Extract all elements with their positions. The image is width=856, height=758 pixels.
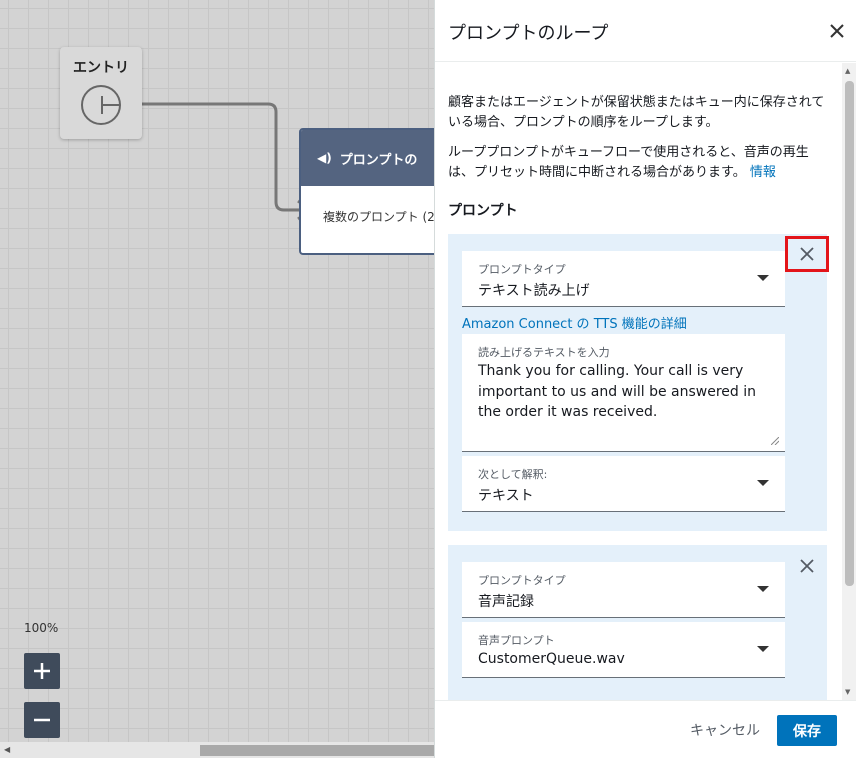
save-button[interactable]: 保存 [777,715,837,746]
entry-node[interactable]: エントリ [60,47,142,139]
node-title: プロンプトの [339,152,418,168]
flow-canvas[interactable]: エントリ ◀) プロンプトの 複数のプロンプト (2 100% ◀ [0,0,434,758]
prompt-type-label: プロンプトタイプ [478,574,566,587]
prompt-card-1: プロンプトタイプ テキスト読み上げ Amazon Connect の TTS 機… [448,234,829,531]
zoom-out-button[interactable] [24,702,60,738]
chevron-down-icon [757,480,769,486]
tts-text-value: Thank you for calling. Your call is very… [478,363,757,420]
prompt-card-2: プロンプトタイプ 音声記録 音声プロンプト CustomerQueue.wav [448,545,827,700]
prompt-type-select[interactable]: プロンプトタイプ テキスト読み上げ [462,251,785,307]
panel-body: 顧客またはエージェントが保留状態またはキュー内に保存されている場合、プロンプトの… [435,63,843,700]
description-loop: 顧客またはエージェントが保留状態またはキュー内に保存されている場合、プロンプトの… [448,95,825,130]
loop-prompt-node[interactable]: ◀) プロンプトの 複数のプロンプト (2 [299,128,434,255]
speaker-icon: ◀) [317,151,332,165]
close-icon [830,24,844,38]
zoom-level: 100% [24,621,59,635]
audio-prompt-select[interactable]: 音声プロンプト CustomerQueue.wav [462,622,785,678]
vertical-scroll-thumb[interactable] [845,81,854,586]
cancel-button[interactable]: キャンセル [690,720,760,740]
scroll-down-icon[interactable]: ▼ [845,688,850,696]
tts-text-input[interactable]: 読み上げるテキストを入力 Thank you for calling. Your… [462,334,785,452]
zoom-in-button[interactable] [24,653,60,689]
entry-node-label: エントリ [73,60,129,76]
chevron-down-icon [757,275,769,281]
entry-port-icon [101,96,121,114]
close-icon [800,559,814,573]
interpret-as-value: テキスト [478,488,534,504]
prompt-type-value: テキスト読み上げ [478,283,590,299]
audio-prompt-value: CustomerQueue.wav [478,651,625,667]
remove-prompt-button[interactable] [785,236,829,272]
minus-icon [34,718,50,722]
panel-header: プロンプトのループ [435,0,856,62]
panel-title: プロンプトのループ [448,23,609,44]
node-body: 複数のプロンプト (2 [323,210,434,224]
horizontal-scroll-thumb[interactable] [200,745,434,756]
entry-port[interactable] [81,85,121,125]
panel-footer: キャンセル 保存 [435,700,856,758]
info-link[interactable]: 情報 [750,165,776,180]
chevron-down-icon [757,586,769,592]
description-interrupt: ループプロンプトがキューフローで使用されると、音声の再生は、プリセット時間に中断… [448,143,832,183]
chevron-down-icon [757,646,769,652]
horizontal-scrollbar[interactable]: ◀ [0,742,434,758]
properties-panel: プロンプトのループ 顧客またはエージェントが保留状態またはキュー内に保存されてい… [434,0,856,758]
plus-icon [34,663,50,679]
scroll-up-icon[interactable]: ▲ [845,67,850,75]
remove-prompt-button[interactable] [785,548,829,584]
prompts-section-title: プロンプト [448,203,518,219]
scroll-left-icon[interactable]: ◀ [4,745,10,754]
resize-grip-icon[interactable] [771,437,779,445]
vertical-scrollbar[interactable]: ▲ ▼ [842,63,856,700]
interpret-as-select[interactable]: 次として解釈: テキスト [462,456,785,512]
panel-close-button[interactable] [828,22,846,40]
close-icon [800,247,814,261]
tts-text-label: 読み上げるテキストを入力 [478,346,610,359]
interpret-as-label: 次として解釈: [478,468,548,481]
audio-prompt-label: 音声プロンプト [478,634,555,647]
prompt-type-select[interactable]: プロンプトタイプ 音声記録 [462,562,785,618]
tts-details-link[interactable]: Amazon Connect の TTS 機能の詳細 [462,313,687,332]
prompt-type-label: プロンプトタイプ [478,263,566,276]
prompt-type-value: 音声記録 [478,594,534,610]
node-header: ◀) プロンプトの [301,130,434,186]
